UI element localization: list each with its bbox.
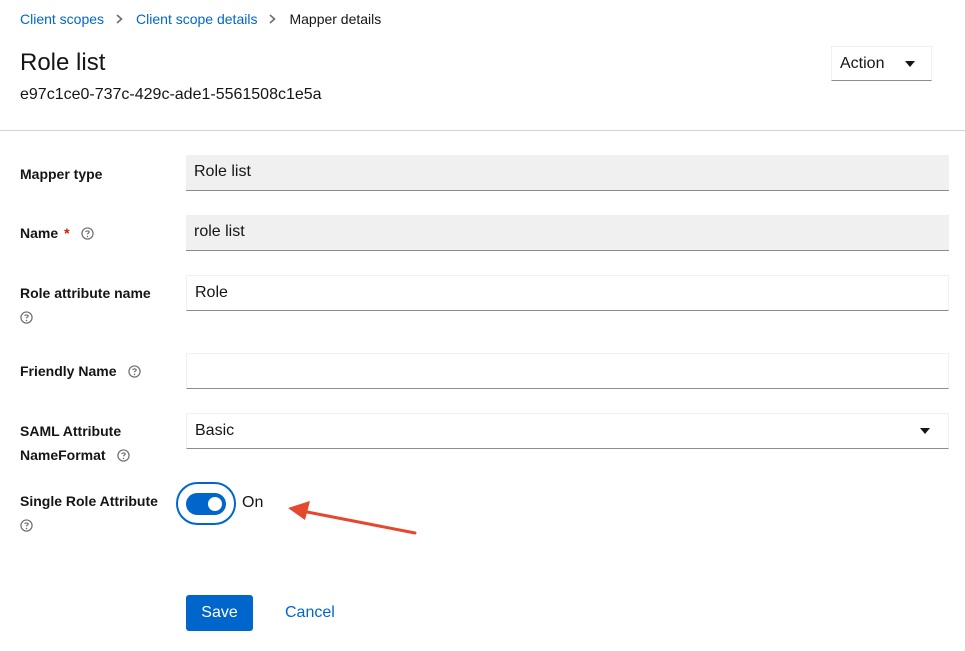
toggle-track (186, 493, 226, 515)
breadcrumb-client-scopes[interactable]: Client scopes (20, 10, 104, 28)
header-divider (0, 130, 965, 131)
name-label-text: Name (20, 225, 59, 241)
mapper-type-label: Mapper type (20, 162, 102, 186)
required-indicator: * (64, 225, 70, 241)
annotation-arrow-icon (288, 501, 417, 535)
page-title: Role list (20, 49, 106, 76)
friendly-name-label-text: Friendly Name (20, 363, 117, 379)
action-dropdown[interactable]: Action (831, 46, 932, 81)
saml-nameformat-value: Basic (195, 422, 235, 439)
saml-nameformat-select[interactable]: Basic (186, 413, 949, 449)
help-icon[interactable] (20, 519, 33, 532)
single-role-attribute-label-text: Single Role Attribute (20, 493, 158, 509)
friendly-name-input[interactable] (186, 353, 949, 389)
help-icon[interactable] (128, 365, 142, 378)
breadcrumb-client-scope-details[interactable]: Client scope details (136, 10, 257, 28)
caret-down-icon (905, 60, 915, 67)
mapper-details-page: Client scopes Client scope details Mappe… (0, 0, 965, 651)
role-attribute-name-input[interactable]: Role (186, 275, 949, 311)
mapper-type-label-text: Mapper type (20, 166, 103, 182)
breadcrumb: Client scopes Client scope details Mappe… (20, 10, 381, 28)
saml-nameformat-label: SAML Attribute NameFormat (20, 419, 131, 467)
toggle-knob (208, 497, 222, 511)
page-subtitle: e97c1ce0-737c-429c-ade1-5561508c1e5a (20, 86, 322, 103)
help-icon[interactable] (20, 311, 33, 324)
mapper-type-field: Role list (186, 155, 949, 191)
name-value: role list (194, 223, 245, 240)
single-role-attribute-toggle[interactable] (176, 482, 236, 525)
toggle-state-label: On (242, 494, 264, 511)
saml-nameformat-label-line2: NameFormat (20, 447, 106, 463)
chevron-right-icon (267, 10, 279, 28)
friendly-name-label: Friendly Name (20, 359, 142, 383)
name-field: role list (186, 215, 949, 251)
help-icon[interactable] (81, 227, 95, 240)
action-dropdown-label: Action (840, 54, 885, 72)
mapper-type-value: Role list (194, 163, 251, 180)
cancel-button[interactable]: Cancel (270, 595, 350, 631)
role-attribute-name-value: Role (195, 284, 228, 301)
single-role-attribute-label: Single Role Attribute (20, 489, 158, 537)
chevron-right-icon (114, 10, 126, 28)
breadcrumb-current: Mapper details (289, 11, 382, 27)
role-attribute-name-label: Role attribute name (20, 281, 151, 329)
role-attribute-name-label-text: Role attribute name (20, 285, 151, 301)
caret-down-icon (920, 428, 930, 434)
name-label: Name * (20, 221, 95, 245)
saml-nameformat-label-line1: SAML Attribute (20, 423, 122, 439)
save-button[interactable]: Save (186, 595, 253, 631)
help-icon[interactable] (117, 449, 131, 462)
